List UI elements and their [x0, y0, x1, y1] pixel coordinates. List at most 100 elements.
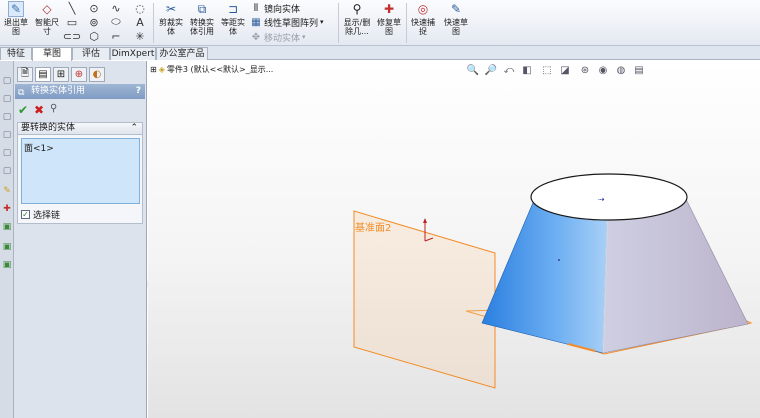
- convert-entities-icon: ⧉: [18, 88, 25, 98]
- convert-entities-icon: ⧉: [197, 1, 207, 16]
- model-graphics: 基准面2 ⇢: [353, 173, 753, 389]
- collapse-chevron-icon[interactable]: ⌃: [130, 123, 138, 134]
- tab-evaluate[interactable]: 评估: [72, 47, 110, 60]
- smart-dimension-label: 智能尺 寸: [35, 18, 59, 36]
- mirror-label: 镜向实体: [264, 4, 301, 15]
- property-manager-tab-icon[interactable]: ▤: [35, 67, 51, 82]
- cancel-x-icon[interactable]: ✖: [34, 103, 44, 117]
- slot-icon[interactable]: ⊂⊃: [63, 29, 81, 43]
- offset-label: 等距实 体: [221, 18, 245, 36]
- smart-dimension-button[interactable]: ◇ 智能尺 寸: [32, 1, 62, 37]
- plane-label: 基准面2: [355, 221, 391, 234]
- edit-sketch-icon[interactable]: ✎: [1, 185, 13, 197]
- selected-face[interactable]: [481, 197, 609, 354]
- select-chain-option[interactable]: ✓ 选择链: [21, 208, 60, 221]
- display-manager-tab-icon[interactable]: ◐: [89, 67, 105, 82]
- side-face[interactable]: [602, 198, 749, 354]
- trim-label: 剪裁实 体: [159, 18, 183, 36]
- mirror-icon: ⫴: [253, 2, 259, 14]
- select-chain-checkbox[interactable]: ✓: [21, 210, 30, 219]
- rectangle-icon[interactable]: ▭: [64, 15, 80, 29]
- exit-sketch-icon: ✎: [8, 1, 24, 17]
- offset-icon: ⊐: [227, 1, 239, 16]
- polygon-icon[interactable]: ⬡: [86, 29, 102, 43]
- sketch-entity-grid: ╲ ⊙ ∿ ◌ ▭ ⊚ ⬭ A ⊂⊃ ⬡ ⌐ ✳: [63, 1, 154, 45]
- property-manager-title-bar: ⧉ 转换实体引用 ?: [15, 84, 145, 99]
- display-delete-relations-button[interactable]: ⚲ 显示/删 除几...: [341, 1, 373, 37]
- entities-to-convert-group-header[interactable]: 要转换的实体 ⌃: [17, 122, 143, 135]
- centerline-icon[interactable]: ✳: [132, 29, 148, 43]
- smart-dimension-icon: ◇: [42, 1, 52, 16]
- circle-icon[interactable]: ⊙: [86, 1, 102, 15]
- tab-office-products[interactable]: 办公室产品: [156, 47, 208, 60]
- line-icon[interactable]: ╲: [64, 1, 80, 15]
- linear-pattern-icon: ▦: [251, 16, 261, 28]
- spline-icon[interactable]: ∿: [108, 1, 124, 15]
- text-icon[interactable]: A: [132, 15, 148, 29]
- pushpin-icon[interactable]: ⚲: [50, 103, 57, 114]
- relations-icon: ⚲: [352, 1, 362, 16]
- command-manager-ribbon: ✎ 退出草 图 ◇ 智能尺 寸 ╲ ⊙ ∿ ◌ ▭ ⊚ ⬭ A ⊂⊃ ⬡ ⌐ ✳…: [0, 0, 760, 46]
- graphics-viewport[interactable]: ⊞ ◈ 零件3 (默认<<默认>_显示... 🔍 🔎 ⤺ ◧ ⬚ ◪ ⊛ ◉ ◍…: [148, 61, 760, 418]
- origin-arrow-icon: [423, 218, 427, 223]
- sketch-tool-icon[interactable]: ▢: [1, 165, 13, 177]
- linear-pattern-button[interactable]: ▦ 线性草图阵列 ▾: [250, 15, 324, 29]
- tab-sketch[interactable]: 草图: [32, 47, 72, 61]
- manager-tabs: 🗎 ▤ ⊞ ⊕ ◐: [14, 65, 147, 82]
- sketch-tool-icon[interactable]: ▢: [1, 93, 13, 105]
- configuration-manager-tab-icon[interactable]: ⊞: [53, 67, 69, 82]
- move-entities-button[interactable]: ✥ 移动实体 ▾: [250, 30, 306, 44]
- tab-features[interactable]: 特征: [0, 47, 32, 60]
- move-icon: ✥: [251, 31, 261, 43]
- trim-entities-button[interactable]: ✂ 剪裁实 体: [156, 1, 186, 37]
- help-button[interactable]: ?: [136, 84, 141, 99]
- trim-icon: ✂: [165, 1, 177, 16]
- point-icon[interactable]: ◌: [132, 1, 148, 15]
- offset-entities-button[interactable]: ⊐ 等距实 体: [219, 1, 247, 37]
- blocks-icon[interactable]: ▣: [1, 259, 13, 271]
- add-relation-icon[interactable]: ✚: [1, 203, 13, 215]
- mirror-entities-button[interactable]: ⫴ 镜向实体: [250, 1, 300, 15]
- convert-label: 转换实 体引用: [190, 18, 214, 36]
- display-delete-label: 显示/删 除几...: [343, 18, 371, 36]
- sketch-tool-icon[interactable]: ▢: [1, 147, 13, 159]
- top-face[interactable]: [530, 173, 688, 221]
- quick-snaps-label: 快速捕 捉: [411, 18, 435, 36]
- sketch-tool-icon[interactable]: ▢: [1, 111, 13, 123]
- ribbon-separator: [338, 3, 339, 43]
- dimxpert-manager-tab-icon[interactable]: ⊕: [71, 67, 87, 82]
- center-mark-icon: ⇢: [598, 195, 605, 204]
- quick-snaps-icon: ◎: [417, 1, 429, 16]
- exit-sketch-button[interactable]: ✎ 退出草 图: [2, 1, 30, 36]
- ribbon-separator: [406, 3, 407, 43]
- ok-check-icon[interactable]: ✔: [18, 103, 28, 117]
- group-title: 要转换的实体: [21, 123, 76, 133]
- convert-entities-button[interactable]: ⧉ 转换实 体引用: [186, 1, 218, 37]
- selection-item[interactable]: 面<1>: [24, 141, 54, 154]
- pm-title-text: 转换实体引用: [31, 86, 86, 96]
- fillet-icon[interactable]: ⌐: [108, 29, 124, 43]
- fix-icon[interactable]: ▣: [1, 221, 13, 233]
- repair-sketch-icon: ✚: [383, 1, 395, 16]
- move-label: 移动实体: [264, 33, 301, 44]
- sketch-tool-icon[interactable]: ▢: [1, 129, 13, 141]
- face-point: [558, 259, 560, 261]
- line-tool-icon[interactable]: ▢: [1, 75, 13, 87]
- arc-icon[interactable]: ⊚: [86, 15, 102, 29]
- tab-dimxpert[interactable]: DimXpert: [110, 47, 156, 60]
- left-icon-strip: ▢ ▢ ▢ ▢ ▢ ▢ ✎ ✚ ▣ ▣ ▣: [0, 61, 14, 418]
- rapid-sketch-label: 快速草 图: [444, 18, 468, 36]
- feature-manager-tab-icon[interactable]: 🗎: [17, 67, 33, 82]
- blocks-icon[interactable]: ▣: [1, 241, 13, 253]
- repair-sketch-button[interactable]: ✚ 修复草 图: [375, 1, 403, 37]
- dropdown-arrow-icon: ▾: [320, 18, 324, 26]
- property-manager: 🗎 ▤ ⊞ ⊕ ◐ ⧉ 转换实体引用 ? ✔ ✖ ⚲ 要转换的实体 ⌃ 面<1>…: [14, 61, 147, 418]
- ribbon-separator: [153, 3, 154, 43]
- command-manager-tabs: 特征 草图 评估 DimXpert 办公室产品: [0, 46, 760, 61]
- dropdown-arrow-icon: ▾: [302, 33, 306, 41]
- selection-list-box[interactable]: 面<1>: [21, 138, 140, 204]
- quick-snaps-button[interactable]: ◎ 快速捕 捉: [409, 1, 437, 37]
- select-chain-label: 选择链: [33, 211, 61, 221]
- rapid-sketch-button[interactable]: ✎ 快速草 图: [442, 1, 470, 37]
- ellipse-icon[interactable]: ⬭: [108, 15, 124, 29]
